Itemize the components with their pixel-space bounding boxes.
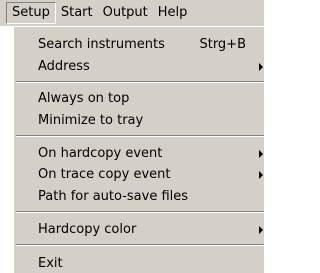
- menu-item-hardcopy-color[interactable]: Hardcopy color: [38, 221, 264, 239]
- menu-separator: [16, 81, 264, 83]
- menu-setup[interactable]: Setup: [6, 2, 56, 24]
- menu-item-minimize-to-tray[interactable]: Minimize to tray: [38, 112, 264, 130]
- menu-item-always-on-top[interactable]: Always on top: [38, 90, 264, 108]
- menu-item-label: Search instruments: [38, 37, 165, 52]
- menu-bar: Setup Start Output Help: [0, 0, 264, 26]
- menu-item-label: Minimize to tray: [38, 113, 144, 128]
- menu-item-label: Exit: [38, 256, 63, 271]
- menu-separator: [16, 135, 264, 137]
- menu-item-on-hardcopy-event[interactable]: On hardcopy event: [38, 145, 264, 163]
- menu-item-address[interactable]: Address: [38, 58, 264, 76]
- menu-item-label: Hardcopy color: [38, 222, 137, 237]
- menu-item-label: On trace copy event: [38, 167, 171, 182]
- menu-item-label: Always on top: [38, 91, 130, 106]
- menu-item-search-instruments[interactable]: Search instruments Strg+B: [38, 36, 264, 54]
- menu-separator: [16, 244, 264, 246]
- menu-help[interactable]: Help: [153, 2, 193, 24]
- chevron-right-icon: [259, 171, 263, 179]
- menu-item-label: Path for auto-save files: [38, 189, 189, 204]
- menu-separator: [16, 211, 264, 213]
- menu-start[interactable]: Start: [56, 2, 98, 24]
- menu-item-path-for-auto-save-files[interactable]: Path for auto-save files: [38, 188, 264, 206]
- setup-dropdown-menu: Search instruments Strg+B Address Always…: [13, 26, 264, 273]
- menu-output[interactable]: Output: [98, 2, 153, 24]
- menu-item-shortcut: Strg+B: [199, 37, 246, 52]
- menu-item-on-trace-copy-event[interactable]: On trace copy event: [38, 166, 264, 184]
- chevron-right-icon: [259, 150, 263, 158]
- menu-item-exit[interactable]: Exit: [38, 255, 264, 273]
- chevron-right-icon: [259, 226, 263, 234]
- menu-item-label: On hardcopy event: [38, 146, 163, 161]
- menu-item-label: Address: [38, 59, 90, 74]
- chevron-right-icon: [259, 63, 263, 71]
